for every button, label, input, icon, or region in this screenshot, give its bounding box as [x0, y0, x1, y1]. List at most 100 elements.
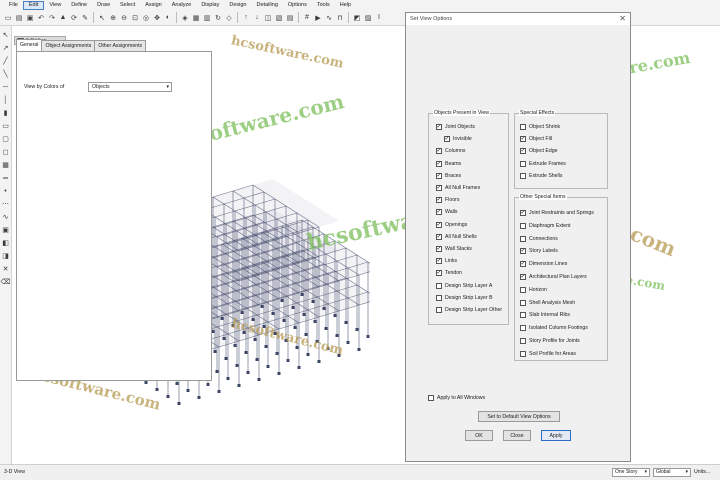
- menu-display[interactable]: Display: [196, 1, 224, 10]
- other-special-items-item[interactable]: Slab Internal Ribs: [520, 312, 570, 319]
- pointer-icon[interactable]: ↖: [1, 30, 11, 40]
- draw-slab-icon[interactable]: ▦: [1, 160, 11, 170]
- checkbox-box[interactable]: [436, 294, 442, 301]
- clear-selection-icon[interactable]: ⌫: [1, 277, 11, 287]
- checkbox-box[interactable]: ✓: [436, 172, 442, 179]
- joint-restraint[interactable]: [197, 396, 201, 399]
- objects-present-item[interactable]: ✓ Columns: [436, 148, 465, 155]
- special-effects-item[interactable]: Extrude Shells: [520, 172, 562, 179]
- force-diagram-icon[interactable]: ⊓: [335, 12, 345, 24]
- object-shrink-icon[interactable]: ◫: [263, 12, 273, 24]
- design-icon[interactable]: ◩: [352, 12, 362, 24]
- joint-restraint[interactable]: [275, 352, 279, 355]
- other-special-items-item[interactable]: ✓ Joint Restraints and Springs: [520, 210, 594, 216]
- menu-detailing[interactable]: Detailing: [252, 1, 283, 10]
- joint-restraint[interactable]: [175, 382, 179, 385]
- joint-restraint[interactable]: [246, 371, 250, 374]
- menu-assign[interactable]: Assign: [140, 1, 167, 10]
- joint-restraint[interactable]: [262, 325, 266, 328]
- checkbox-box[interactable]: [520, 338, 526, 344]
- draw-beam-icon[interactable]: ─: [1, 82, 11, 92]
- reshape-icon[interactable]: ↗: [1, 43, 11, 53]
- joint-restraint[interactable]: [206, 383, 210, 386]
- joint-restraint[interactable]: [293, 326, 297, 329]
- joint-restraint[interactable]: [242, 331, 246, 334]
- objects-present-item[interactable]: ✓ Floors: [436, 197, 459, 204]
- draw-brace-icon[interactable]: ╲: [1, 69, 11, 79]
- special-effects-item[interactable]: Object Shrink: [520, 124, 560, 130]
- 3d-view-icon[interactable]: ◈: [180, 12, 190, 24]
- menu-options[interactable]: Options: [283, 1, 312, 10]
- menu-view[interactable]: View: [44, 1, 66, 10]
- checkbox-box[interactable]: ✓: [436, 185, 442, 191]
- deselect-icon[interactable]: ◨: [1, 251, 11, 261]
- pointer-icon[interactable]: ↖: [97, 12, 107, 24]
- checkbox-box[interactable]: [436, 307, 442, 313]
- joint-restraint[interactable]: [271, 312, 275, 315]
- tab-general[interactable]: General: [16, 39, 43, 51]
- draw-opening-icon[interactable]: ▢: [1, 134, 11, 144]
- checkbox-box[interactable]: ✓: [520, 148, 526, 155]
- checkbox-box[interactable]: ✓: [436, 124, 442, 130]
- zoom-out-icon[interactable]: ⊖: [119, 12, 129, 24]
- joint-restraint[interactable]: [155, 388, 159, 391]
- joint-restraint[interactable]: [177, 402, 181, 405]
- close-icon[interactable]: ✕: [619, 14, 626, 23]
- draw-frame-icon[interactable]: ╱: [1, 56, 11, 66]
- menu-select[interactable]: Select: [115, 1, 140, 10]
- show-tables-icon[interactable]: ▤: [285, 12, 295, 24]
- menu-define[interactable]: Define: [66, 1, 92, 10]
- joint-restraint[interactable]: [313, 320, 317, 323]
- apply-button[interactable]: Apply: [541, 430, 571, 441]
- joint-restraint[interactable]: [326, 347, 330, 350]
- joint-restraint[interactable]: [266, 365, 270, 368]
- plan-view-icon[interactable]: ▦: [191, 12, 201, 24]
- pan-icon[interactable]: ✥: [152, 12, 162, 24]
- checkbox-box[interactable]: [436, 282, 442, 289]
- draw-tendon-icon[interactable]: ∿: [1, 212, 11, 222]
- joint-restraint[interactable]: [337, 354, 341, 357]
- tab-other-assignments[interactable]: Other Assignments: [94, 40, 147, 51]
- menu-tools[interactable]: Tools: [312, 1, 335, 10]
- special-effects-item[interactable]: ✓ Object Fill: [520, 136, 552, 143]
- view-by-color-dropdown[interactable]: Objects ▾: [88, 82, 172, 92]
- lock-icon[interactable]: ▲: [58, 12, 68, 24]
- other-special-items-item[interactable]: Horizon: [520, 286, 547, 293]
- joint-restraint[interactable]: [220, 317, 224, 320]
- draw-floor-icon[interactable]: ▭: [1, 121, 11, 131]
- redo-icon[interactable]: ↷: [47, 12, 57, 24]
- objects-present-item[interactable]: ✓ All Null Frames: [436, 185, 480, 191]
- special-effects-item[interactable]: ✓ Object Edge: [520, 148, 558, 155]
- joint-restraint[interactable]: [257, 378, 261, 381]
- joint-restraint[interactable]: [280, 299, 284, 302]
- joint-restraint[interactable]: [166, 395, 170, 398]
- zoom-in-icon[interactable]: ⊕: [108, 12, 118, 24]
- select-all-icon[interactable]: ▣: [1, 225, 11, 235]
- intersecting-line-icon[interactable]: ✕: [1, 264, 11, 274]
- joint-restraint[interactable]: [186, 389, 190, 392]
- other-special-items-item[interactable]: Soil Profile for Areas: [520, 350, 576, 357]
- joint-restraint[interactable]: [366, 335, 370, 338]
- checkbox-box[interactable]: ✓: [436, 209, 442, 216]
- undo-icon[interactable]: ↶: [36, 12, 46, 24]
- objects-present-item[interactable]: ✓ Beams: [436, 160, 461, 167]
- joint-restraint[interactable]: [255, 358, 259, 361]
- joint-restraint[interactable]: [335, 334, 339, 337]
- set-default-view-options-button[interactable]: Set to Default View Options: [478, 411, 560, 422]
- checkbox-box[interactable]: ✓: [520, 274, 526, 280]
- joint-restraint[interactable]: [306, 353, 310, 356]
- zoom-previous-icon[interactable]: ◐: [163, 12, 173, 24]
- draw-column-icon[interactable]: │: [1, 95, 11, 105]
- menu-draw[interactable]: Draw: [92, 1, 115, 10]
- joint-restraint[interactable]: [315, 340, 319, 343]
- objects-present-item[interactable]: ✓ Joint Objects: [436, 124, 475, 130]
- deformed-shape-icon[interactable]: ∿: [324, 12, 334, 24]
- objects-present-item[interactable]: Design Strip Layer B: [436, 294, 493, 301]
- joint-restraint[interactable]: [322, 307, 326, 310]
- checkbox-box[interactable]: [520, 235, 526, 242]
- down-arrow-icon[interactable]: ↓: [252, 12, 262, 24]
- joint-restraint[interactable]: [282, 319, 286, 322]
- other-special-items-item[interactable]: Story Profile for Joints: [520, 338, 580, 344]
- story-dropdown[interactable]: One Story ▾: [612, 468, 650, 477]
- joint-restraint[interactable]: [333, 314, 337, 317]
